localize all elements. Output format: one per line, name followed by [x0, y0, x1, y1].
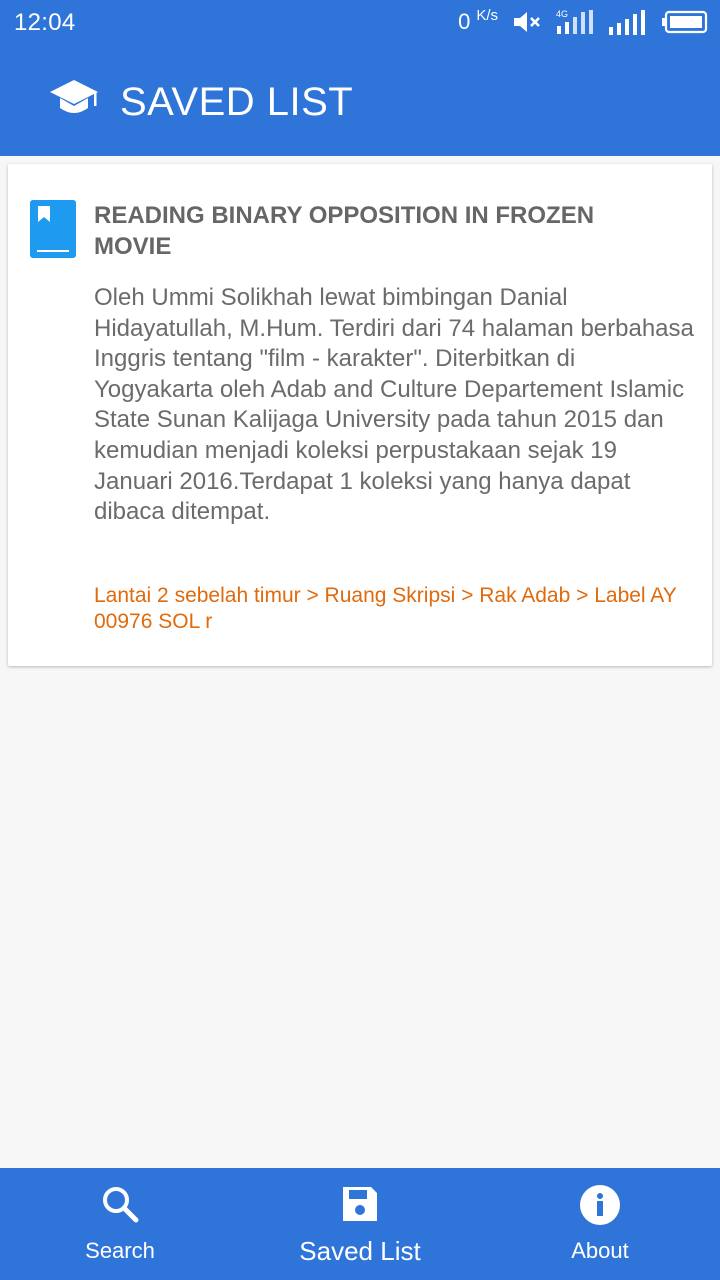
bottom-navigation: Search Saved List About — [0, 1168, 720, 1280]
nav-about-button[interactable]: About — [480, 1168, 720, 1280]
status-time: 12:04 — [14, 9, 76, 36]
nav-about-label: About — [571, 1238, 629, 1263]
search-icon — [103, 1187, 139, 1223]
page-title: SAVED LIST — [120, 80, 354, 124]
info-icon — [580, 1185, 620, 1225]
saved-item-card[interactable]: READING BINARY OPPOSITION IN FROZEN MOVI… — [8, 164, 712, 666]
status-icons: 0 K/s 4G — [458, 8, 708, 36]
network-speed: 0 K/s — [458, 7, 498, 35]
network-speed-value: 0 — [458, 9, 471, 34]
app-header: SAVED LIST — [0, 44, 720, 156]
app-screen: 12:04 0 K/s 4G SAVED LIST READING BINARY… — [0, 0, 720, 1280]
nav-search-label: Search — [85, 1238, 155, 1263]
saved-item-location: Lantai 2 sebelah timur > Ruang Skripsi >… — [94, 584, 677, 633]
signal-strength-icon — [609, 10, 645, 35]
status-bar: 12:04 0 K/s 4G — [0, 0, 720, 44]
battery-icon — [662, 10, 708, 34]
saved-item-title: READING BINARY OPPOSITION IN FROZEN MOVI… — [94, 202, 595, 260]
nav-saved-list-label: Saved List — [299, 1236, 421, 1266]
top-app-bar: 12:04 0 K/s 4G SAVED LIST — [0, 0, 720, 156]
mute-icon — [514, 12, 540, 32]
bookmark-icon — [30, 200, 76, 258]
network-speed-unit: K/s — [476, 7, 498, 24]
mobile-signal-4g-icon: 4G — [556, 9, 593, 34]
network-type-label: 4G — [556, 9, 568, 19]
nav-search-button[interactable]: Search — [0, 1168, 240, 1280]
save-disk-icon — [343, 1187, 377, 1221]
nav-saved-list-button[interactable]: Saved List — [240, 1168, 480, 1280]
graduation-cap-icon — [50, 80, 98, 113]
saved-item-description: Oleh Ummi Solikhah lewat bimbingan Dania… — [94, 284, 694, 526]
